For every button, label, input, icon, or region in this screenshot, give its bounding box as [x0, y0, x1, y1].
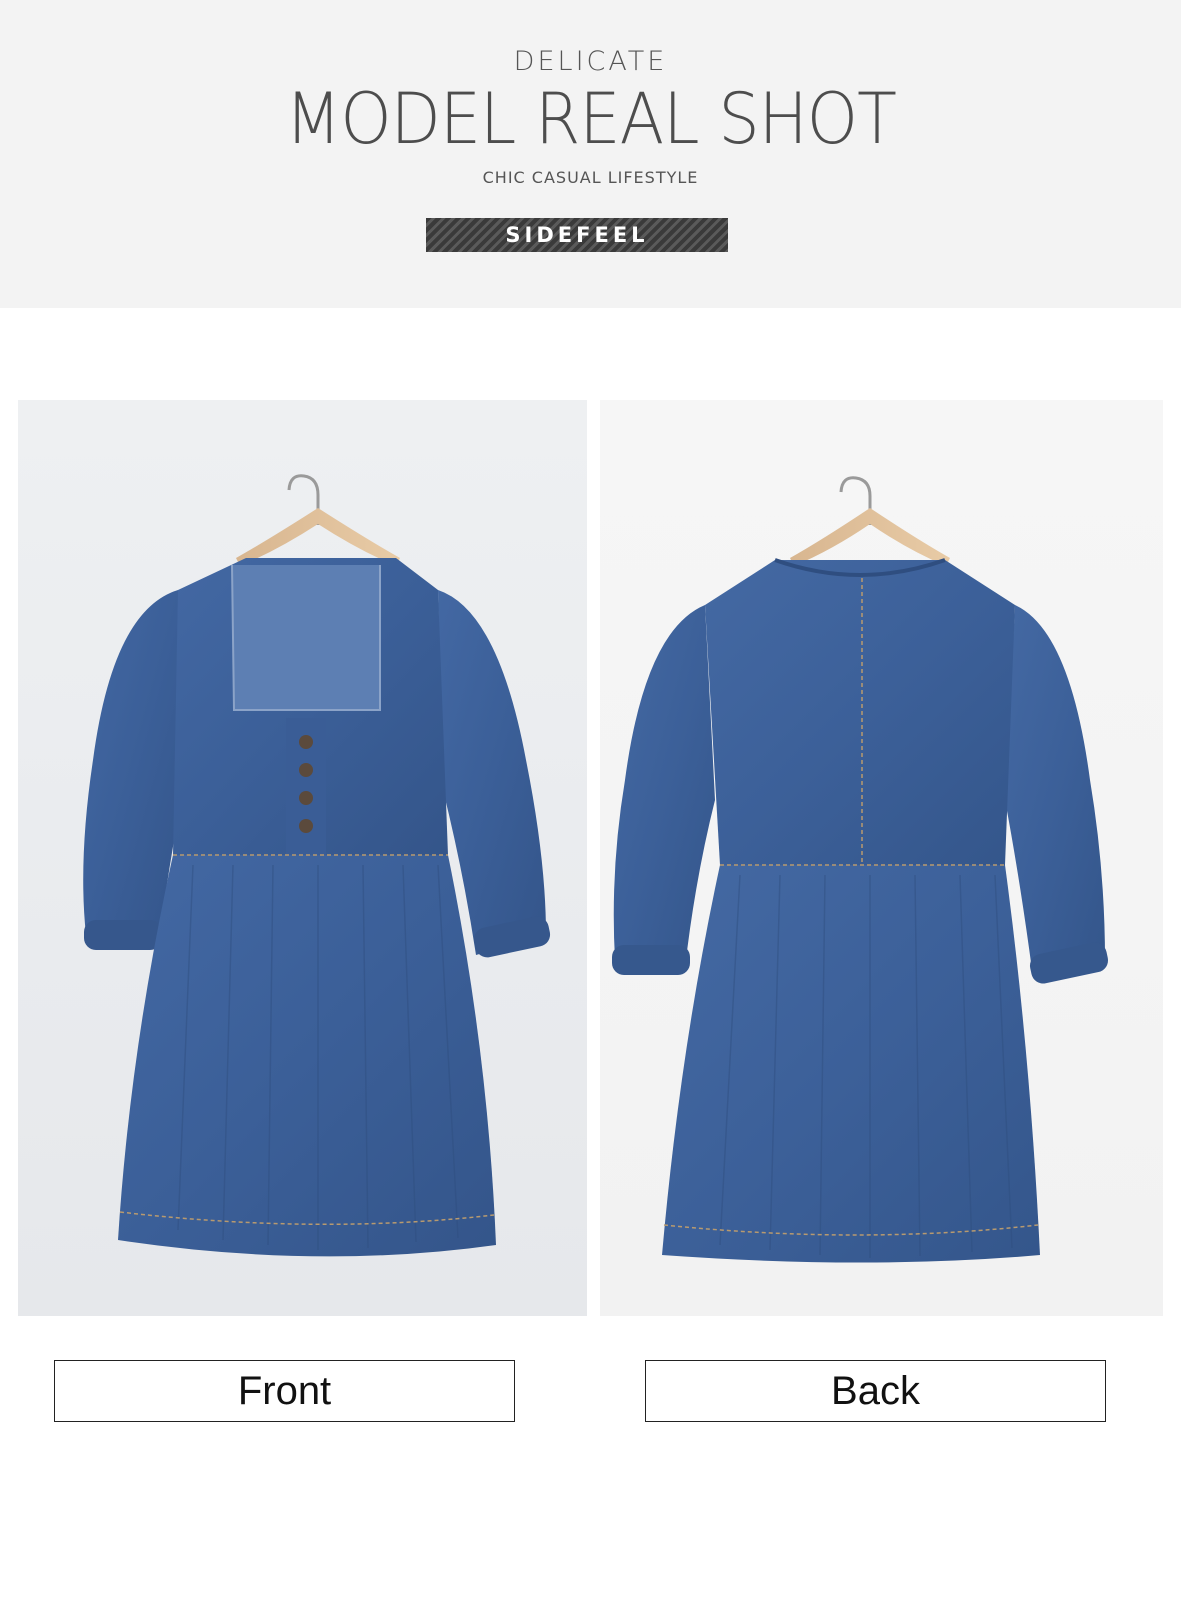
dress-front-illustration	[83, 474, 551, 1257]
back-view-photo	[600, 400, 1163, 1316]
brand-badge: SIDEFEEL	[426, 218, 728, 252]
front-view-photo	[18, 400, 587, 1316]
banner-tagline: CHIC CASUAL LIFESTYLE	[482, 168, 699, 187]
banner-title: MODEL REAL SHOT	[285, 78, 897, 160]
banner-kicker: DELICATE	[513, 46, 668, 77]
header-banner: DELICATE MODEL REAL SHOT CHIC CASUAL LIF…	[0, 0, 1181, 308]
front-label: Front	[54, 1360, 515, 1422]
dress-back-illustration	[612, 476, 1109, 1263]
back-label: Back	[645, 1360, 1106, 1422]
